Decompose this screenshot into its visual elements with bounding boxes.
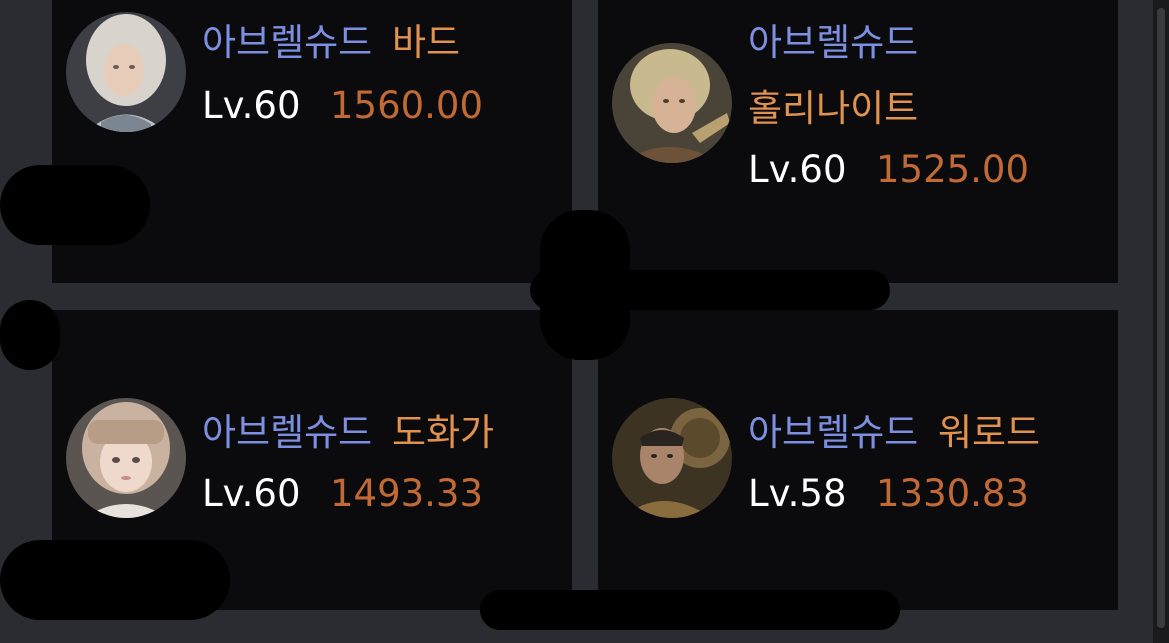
class-name: 워로드	[937, 411, 1041, 454]
redaction-scribble	[0, 300, 60, 370]
character-level: Lv.60	[202, 472, 301, 515]
item-level: 1330.83	[876, 472, 1030, 515]
scrollbar-thumb[interactable]	[1157, 8, 1165, 628]
holyknight-portrait-icon	[612, 43, 732, 163]
server-name: 아브렐슈드 바드	[202, 12, 460, 66]
scrollbar[interactable]	[1153, 0, 1169, 643]
redaction-scribble	[480, 590, 900, 630]
character-level: Lv.60	[748, 148, 847, 191]
server-name: 아브렐슈드	[748, 21, 919, 64]
server-name: 아브렐슈드 워로드	[748, 402, 1040, 456]
redaction-scribble	[530, 270, 890, 310]
bard-portrait-icon	[66, 12, 186, 132]
character-card[interactable]: 아브렐슈드 워로드 Lv.58 1330.83	[612, 392, 1112, 532]
artist-portrait-icon	[66, 398, 186, 518]
character-card[interactable]: 아브렐슈드 홀리나이트 Lv.60 1525.00	[612, 8, 1112, 191]
class-name: 바드	[391, 21, 461, 64]
redaction-scribble	[0, 165, 150, 245]
class-name: 홀리나이트	[748, 87, 919, 130]
server-name: 아브렐슈드 도화가	[202, 402, 494, 456]
character-card[interactable]: 아브렐슈드 바드 Lv.60 1560.00	[66, 8, 566, 148]
server-label: 아브렐슈드	[202, 21, 373, 64]
server-label: 아브렐슈드	[202, 411, 373, 454]
warlord-portrait-icon	[612, 398, 732, 518]
item-level: 1560.00	[330, 84, 484, 127]
character-level: Lv.60	[202, 84, 301, 127]
character-card[interactable]: 아브렐슈드 도화가 Lv.60 1493.33	[66, 392, 566, 532]
character-level: Lv.58	[748, 472, 847, 515]
server-label: 아브렐슈드	[748, 411, 919, 454]
class-name: 도화가	[391, 411, 495, 454]
redaction-scribble	[0, 540, 230, 620]
item-level: 1493.33	[330, 472, 484, 515]
character-list: 아브렐슈드 바드 Lv.60 1560.00 아브렐슈드 홀리나이트 Lv.60…	[0, 0, 1169, 643]
item-level: 1525.00	[876, 148, 1030, 191]
